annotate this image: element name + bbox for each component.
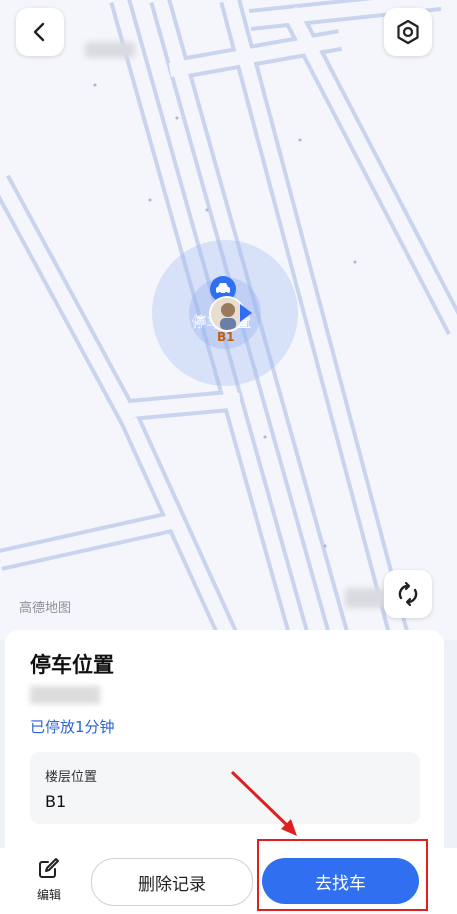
- direction-arrow-icon: [240, 304, 252, 322]
- edit-button[interactable]: 编辑: [30, 856, 68, 903]
- floor-value: B1: [45, 792, 67, 811]
- edit-pen-icon: [39, 858, 59, 878]
- settings-button[interactable]: [384, 8, 432, 56]
- parking-info-sheet: 停车位置 已停放1分钟 楼层位置 B1: [5, 630, 444, 850]
- refresh-icon: [398, 581, 418, 607]
- parked-duration: 已停放1分钟: [30, 718, 115, 736]
- blurred-region: [345, 588, 385, 608]
- sheet-title: 停车位置: [30, 653, 114, 677]
- blurred-region: [85, 42, 135, 58]
- refresh-button[interactable]: [384, 570, 432, 618]
- map-view[interactable]: 停车位置 B1 高德地图: [0, 0, 457, 640]
- floor-card: 楼层位置 B1: [30, 752, 420, 824]
- edit-label: 编辑: [36, 888, 61, 902]
- settings-hex-icon: [397, 19, 419, 45]
- delete-record-button[interactable]: 删除记录: [91, 858, 253, 906]
- map-watermark: 高德地图: [19, 601, 72, 616]
- back-button[interactable]: [16, 8, 64, 56]
- map-pin-floor: B1: [217, 330, 235, 344]
- back-arrow-icon: [33, 22, 45, 42]
- floor-label: 楼层位置: [45, 770, 98, 785]
- annotation-highlight-box: [257, 839, 428, 911]
- blurred-address: [30, 686, 100, 704]
